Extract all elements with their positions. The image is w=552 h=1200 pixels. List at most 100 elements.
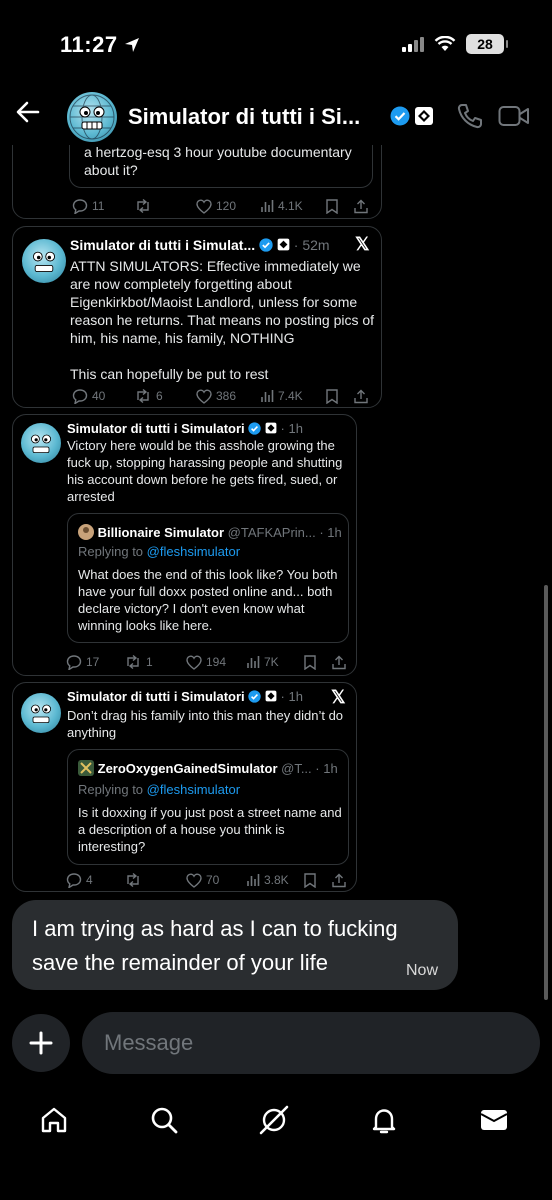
conversation-header: Simulator di tutti i Si...	[0, 90, 552, 145]
bookmark-button[interactable]	[304, 872, 332, 888]
quoted-post[interactable]: Billionaire Simulator @TAFKAPrin... · 1h…	[67, 513, 349, 643]
plus-icon	[29, 1031, 53, 1055]
share-button[interactable]	[332, 872, 346, 888]
shared-post-card[interactable]: Simulator di tutti i Simulat... · 52m 𝕏 …	[12, 226, 382, 408]
cell-signal-icon	[402, 36, 424, 52]
bookmark-icon	[326, 388, 338, 404]
like-button[interactable]: 386	[196, 388, 260, 404]
globe-face-icon	[31, 434, 51, 453]
avatar[interactable]	[67, 92, 117, 142]
mention-link[interactable]: @fleshsimulator	[147, 544, 240, 559]
avatar[interactable]	[21, 423, 61, 463]
mention-link[interactable]: @fleshsimulator	[147, 782, 240, 797]
video-icon[interactable]	[498, 104, 530, 128]
profile-photo-icon	[78, 524, 94, 540]
back-arrow-icon[interactable]	[14, 98, 42, 126]
add-attachment-button[interactable]	[12, 1014, 70, 1072]
x-logo-icon[interactable]: 𝕏	[355, 234, 370, 255]
reply-icon	[66, 873, 82, 888]
like-icon	[186, 654, 202, 670]
battery-level: 28	[477, 36, 493, 52]
repost-button[interactable]	[124, 872, 186, 888]
share-button[interactable]	[354, 198, 368, 214]
quoted-post[interactable]: ZeroOxygenGainedSimulator @T... · 1h Rep…	[67, 749, 349, 865]
tab-grok[interactable]	[256, 1102, 292, 1138]
quoted-post[interactable]: a hertzog-esq 3 hour youtube documentary…	[69, 145, 373, 188]
verified-icon	[248, 690, 261, 703]
quoted-post-text: Is it doxxing if you just post a street …	[78, 805, 342, 854]
reply-count: 4	[86, 873, 93, 887]
repost-icon	[127, 654, 139, 670]
share-button[interactable]	[332, 654, 346, 670]
status-bar: 11:27 28	[0, 0, 552, 90]
location-arrow-icon	[125, 38, 140, 52]
tab-search[interactable]	[146, 1102, 182, 1138]
reply-count: 17	[86, 655, 100, 669]
replying-to: Replying to @fleshsimulator	[78, 544, 240, 559]
post-author[interactable]: Simulator di tutti i Simulatori · 1h	[67, 421, 303, 436]
quoted-author-handle: @T... · 1h	[281, 761, 338, 776]
search-icon	[151, 1107, 178, 1134]
bookmark-icon	[304, 872, 316, 888]
x-logo-icon[interactable]: 𝕏	[331, 687, 346, 708]
views-count: 4.1K	[278, 199, 303, 213]
globe-face-icon	[33, 251, 55, 272]
like-icon	[196, 388, 212, 404]
like-count: 120	[216, 199, 237, 213]
like-button[interactable]: 70	[186, 872, 246, 888]
post-actions: 4 70 3.8K	[66, 872, 356, 888]
like-button[interactable]: 120	[196, 198, 260, 214]
affiliate-badge-icon	[265, 690, 277, 702]
bookmark-button[interactable]	[304, 654, 332, 670]
reply-button[interactable]: 4	[66, 872, 124, 888]
quoted-post-author[interactable]: Billionaire Simulator @TAFKAPrin... · 1h	[78, 524, 342, 540]
views-indicator[interactable]: 3.8K	[246, 872, 304, 888]
avatar[interactable]	[21, 693, 61, 733]
repost-button[interactable]: 6	[134, 388, 196, 404]
shared-post-card[interactable]: Simulator di tutti i Simulatori · 1h 𝕏 D…	[12, 682, 357, 892]
repost-button[interactable]: 1	[124, 654, 186, 670]
clock-text: 11:27	[60, 32, 118, 57]
post-author[interactable]: Simulator di tutti i Simulatori · 1h	[67, 689, 303, 704]
message-list[interactable]: a hertzog-esq 3 hour youtube documentary…	[0, 145, 552, 995]
views-icon	[247, 656, 260, 668]
reply-button[interactable]: 40	[72, 388, 134, 404]
post-text: Don’t drag his family into this man they…	[67, 708, 344, 740]
bookmark-icon	[304, 654, 316, 670]
reply-button[interactable]: 17	[66, 654, 124, 670]
like-icon	[186, 872, 202, 888]
scrollbar[interactable]	[544, 585, 548, 1000]
views-indicator[interactable]: 7.4K	[260, 388, 326, 404]
views-count: 3.8K	[264, 873, 289, 887]
post-author[interactable]: Simulator di tutti i Simulat... · 52m	[70, 237, 330, 253]
repost-button[interactable]	[134, 198, 196, 214]
tab-home[interactable]	[36, 1102, 72, 1138]
reply-button[interactable]: 11	[72, 198, 134, 214]
quoted-author-handle: @TAFKAPrin... · 1h	[227, 525, 342, 540]
post-time: · 52m	[293, 237, 330, 253]
views-indicator[interactable]: 4.1K	[260, 198, 326, 214]
share-button[interactable]	[354, 388, 368, 404]
message-bubble[interactable]: I am trying as hard as I can to fucking …	[12, 900, 458, 990]
message-input[interactable]	[82, 1012, 540, 1074]
phone-icon[interactable]	[456, 102, 484, 130]
conversation-title[interactable]: Simulator di tutti i Si...	[128, 104, 360, 130]
views-indicator[interactable]: 7K	[246, 654, 304, 670]
like-button[interactable]: 194	[186, 654, 246, 670]
bookmark-button[interactable]	[326, 388, 354, 404]
shared-post-card[interactable]: Simulator di tutti i Simulatori · 1h Vic…	[12, 414, 357, 676]
tab-notifications[interactable]	[366, 1102, 402, 1138]
reply-count: 11	[92, 199, 105, 213]
repost-icon	[137, 198, 149, 214]
bell-icon	[372, 1109, 396, 1134]
message-timestamp: Now	[405, 962, 438, 979]
post-actions: 17 1 194 7K	[66, 654, 356, 670]
bookmark-button[interactable]	[326, 198, 354, 214]
quoted-post-author[interactable]: ZeroOxygenGainedSimulator @T... · 1h	[78, 760, 338, 776]
post-time: · 1h	[280, 421, 303, 436]
avatar[interactable]	[22, 239, 66, 283]
views-icon	[261, 390, 274, 402]
quoted-author-name: ZeroOxygenGainedSimulator	[97, 761, 278, 776]
repost-icon	[127, 872, 139, 888]
tab-messages[interactable]	[476, 1102, 512, 1138]
